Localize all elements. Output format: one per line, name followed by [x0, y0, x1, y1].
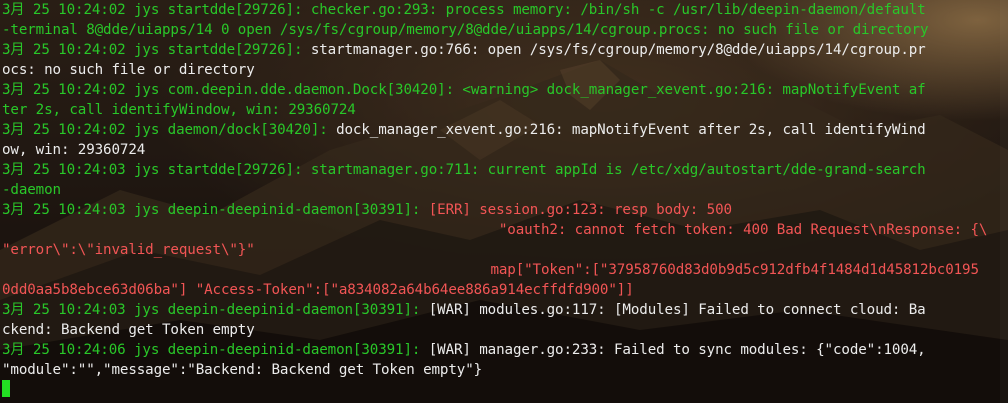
terminal-scrollbar[interactable] [1000, 0, 1008, 403]
log-text-segment: 3月 25 10:24:03 jys deepin-deepinid-daemo… [2, 302, 429, 318]
terminal-line: "error\":\"invalid_request\"}" [2, 240, 1008, 260]
terminal-line: ocs: no such file or directory [2, 60, 1008, 80]
prompt-line[interactable] [2, 380, 1008, 400]
log-text-segment: ow, win: 29360724 [2, 142, 146, 158]
terminal-line: 3月 25 10:24:02 jys com.deepin.dde.daemon… [2, 80, 1008, 100]
terminal-line: map["Token":["37958760d83d0b9d5c912dfb4f… [2, 260, 1008, 280]
log-text-segment: startmanager.go:766: open /sys/fs/cgroup… [310, 42, 926, 58]
log-text-segment: ter 2s, call identifyWindow, win: 293607… [2, 102, 356, 118]
log-text-segment: checker.go:293: process memory: /bin/sh … [310, 2, 926, 18]
terminal-line: 3月 25 10:24:03 jys startdde[29726]: star… [2, 160, 1008, 180]
log-text-segment: map["Token":["37958760d83d0b9d5c912dfb4f… [2, 262, 979, 278]
terminal-output[interactable]: 3月 25 10:24:02 jys startdde[29726]: chec… [0, 0, 1008, 403]
log-text-segment: 3月 25 10:24:06 jys deepin-deepinid-daemo… [2, 342, 429, 358]
terminal-line: "module":"","message":"Backend: Backend … [2, 360, 1008, 380]
log-text-segment: [WAR] modules.go:117: [Modules] Failed t… [428, 302, 926, 318]
log-text-segment: 0dd0aa5b8ebce63d06ba"] "Access-Token":["… [2, 282, 634, 298]
log-text-segment: 3月 25 10:24:02 jys startdde[29726]: [2, 2, 311, 18]
log-text-segment: ckend: Backend get Token empty [2, 322, 255, 338]
terminal-line: -daemon [2, 180, 1008, 200]
log-text-segment: [ERR] session.go:123: resp body: 500 [428, 202, 732, 218]
terminal-line: ow, win: 29360724 [2, 140, 1008, 160]
terminal-line: 3月 25 10:24:03 jys deepin-deepinid-daemo… [2, 200, 1008, 220]
terminal-line: 3月 25 10:24:03 jys deepin-deepinid-daemo… [2, 300, 1008, 320]
log-text-segment: "oauth2: cannot fetch token: 400 Bad Req… [2, 222, 988, 238]
log-text-segment: -daemon [2, 182, 61, 198]
log-text-segment: "module":"","message":"Backend: Backend … [2, 362, 483, 378]
terminal-line: ckend: Backend get Token empty [2, 320, 1008, 340]
log-text-segment: 3月 25 10:24:02 jys startdde[29726]: [2, 42, 311, 58]
terminal-line: ter 2s, call identifyWindow, win: 293607… [2, 100, 1008, 120]
terminal-line: "oauth2: cannot fetch token: 400 Bad Req… [2, 220, 1008, 240]
terminal-line: 3月 25 10:24:02 jys startdde[29726]: star… [2, 40, 1008, 60]
log-text-segment: 3月 25 10:24:02 jys com.deepin.dde.daemon… [2, 82, 926, 98]
terminal-line: 0dd0aa5b8ebce63d06ba"] "Access-Token":["… [2, 280, 1008, 300]
log-text-segment: [WAR] manager.go:233: Failed to sync mod… [428, 342, 926, 358]
log-text-segment: 3月 25 10:24:03 jys startdde[29726]: star… [2, 162, 926, 178]
log-text-segment: 3月 25 10:24:02 jys daemon/dock[30420]: [2, 122, 337, 138]
terminal-line: -terminal 8@dde/uiapps/14 0 open /sys/fs… [2, 20, 1008, 40]
log-text-segment: 3月 25 10:24:03 jys deepin-deepinid-daemo… [2, 202, 429, 218]
log-text-segment: ocs: no such file or directory [2, 62, 255, 78]
log-text-segment: -terminal 8@dde/uiapps/14 0 open /sys/fs… [2, 22, 929, 38]
text-cursor [2, 380, 10, 397]
log-text-segment: "error\":\"invalid_request\"}" [2, 242, 255, 258]
terminal-line: 3月 25 10:24:02 jys daemon/dock[30420]: d… [2, 120, 1008, 140]
terminal-line: 3月 25 10:24:06 jys deepin-deepinid-daemo… [2, 340, 1008, 360]
terminal-line: 3月 25 10:24:02 jys startdde[29726]: chec… [2, 0, 1008, 20]
log-text-segment: dock_manager_xevent.go:216: mapNotifyEve… [336, 122, 926, 138]
